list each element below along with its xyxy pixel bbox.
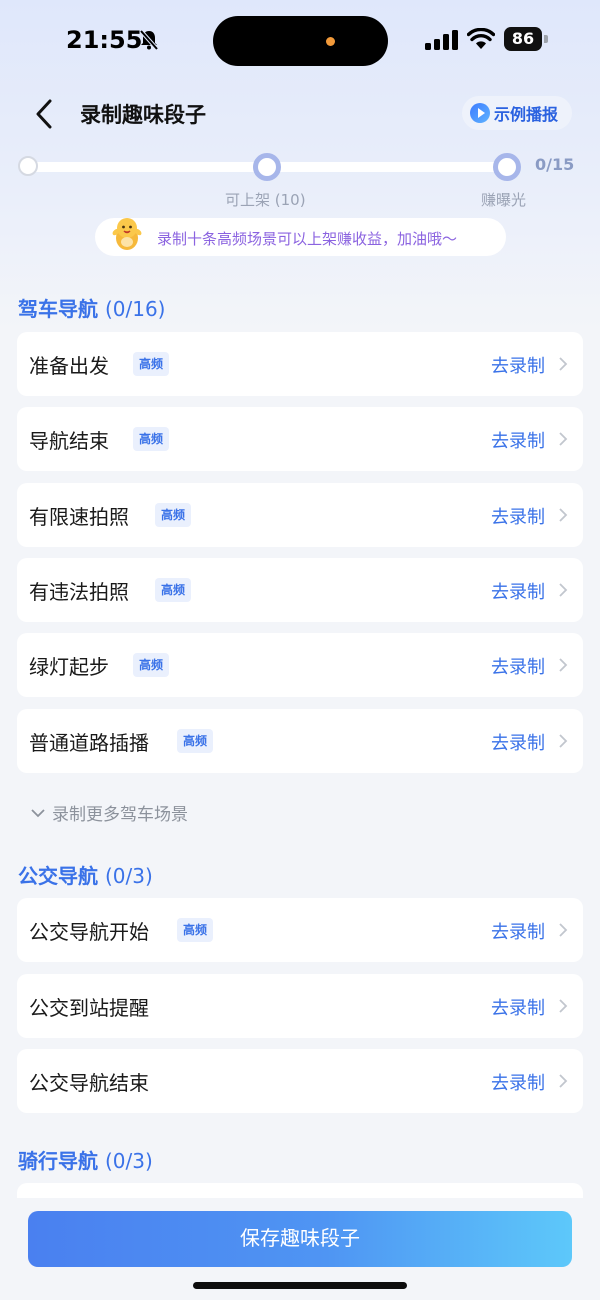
high-frequency-badge: 高频 — [133, 653, 170, 677]
tip-text: 录制十条高频场景可以上架赚收益，加油哦～ — [157, 230, 458, 248]
play-icon — [470, 103, 490, 123]
scene-card-navigation-end[interactable]: 导航结束 高频 去录制 — [17, 407, 583, 471]
back-arrow-icon — [36, 99, 52, 129]
more-driving-scenes-label: 录制更多驾车场景 — [52, 805, 188, 825]
scene-card-prepare-depart[interactable]: 准备出发 高频 去录制 — [17, 332, 583, 396]
scene-name: 有违法拍照 — [29, 580, 129, 604]
scene-card-bus-arrival-reminder[interactable]: 公交到站提醒 去录制 — [17, 974, 583, 1038]
page-title: 录制趣味段子 — [80, 103, 206, 127]
record-link[interactable]: 去录制 — [491, 918, 545, 944]
battery-tip — [544, 35, 548, 43]
high-frequency-badge: 高频 — [133, 427, 170, 451]
island-indicator-dot — [326, 37, 335, 46]
chevron-right-icon — [559, 508, 568, 522]
home-indicator[interactable] — [193, 1282, 407, 1289]
status-time: 21:55 — [66, 26, 143, 54]
status-bar: 21:55 86 — [0, 0, 600, 82]
high-frequency-badge: 高频 — [155, 503, 192, 527]
back-button[interactable] — [28, 95, 60, 133]
bell-muted-icon — [139, 29, 159, 51]
record-link[interactable]: 去录制 — [491, 994, 545, 1020]
section-cycling-count: (0/3) — [104, 1149, 153, 1173]
scene-card-ordinary-road-insert[interactable]: 普通道路插播 高频 去录制 — [17, 709, 583, 773]
scene-name: 普通道路插播 — [29, 731, 149, 755]
milestone-node-listing — [253, 153, 281, 181]
scene-name: 有限速拍照 — [29, 505, 129, 529]
scene-card-bus-navigation-start[interactable]: 公交导航开始 高频 去录制 — [17, 898, 583, 962]
scene-name: 导航结束 — [29, 429, 109, 453]
high-frequency-badge: 高频 — [133, 352, 170, 376]
record-link[interactable]: 去录制 — [491, 503, 545, 529]
scene-name: 公交到站提醒 — [29, 996, 149, 1020]
save-jokes-button[interactable]: 保存趣味段子 — [28, 1211, 572, 1267]
milestone-label-exposure: 赚曝光 — [481, 191, 527, 209]
scene-card-green-light-start[interactable]: 绿灯起步 高频 去录制 — [17, 633, 583, 697]
more-driving-scenes-toggle[interactable]: 录制更多驾车场景 — [30, 800, 188, 825]
section-title-bus: 公交导航 (0/3) — [18, 860, 153, 889]
scene-card-bus-navigation-end[interactable]: 公交导航结束 去录制 — [17, 1049, 583, 1113]
dynamic-island — [213, 16, 388, 66]
demo-broadcast-button[interactable]: 示例播报 — [462, 96, 572, 130]
chevron-right-icon — [559, 357, 568, 371]
record-link[interactable]: 去录制 — [491, 1069, 545, 1095]
chevron-right-icon — [559, 583, 568, 597]
section-title-cycling-label: 骑行导航 — [18, 1149, 98, 1173]
high-frequency-badge: 高频 — [155, 578, 192, 602]
signal-icon — [425, 30, 458, 50]
section-title-cycling: 骑行导航 (0/3) — [18, 1145, 153, 1174]
chevron-right-icon — [559, 734, 568, 748]
battery-level: 86 — [504, 27, 542, 51]
section-title-bus-label: 公交导航 — [18, 864, 98, 888]
wifi-icon — [467, 28, 495, 49]
record-link[interactable]: 去录制 — [491, 653, 545, 679]
battery-icon: 86 — [504, 27, 550, 51]
record-link[interactable]: 去录制 — [491, 578, 545, 604]
scene-name: 准备出发 — [29, 354, 109, 378]
section-bus-count: (0/3) — [104, 864, 153, 888]
milestone-label-listing: 可上架 (10) — [225, 191, 306, 209]
progress-count: 0/15 — [535, 155, 575, 174]
scene-name: 公交导航开始 — [29, 920, 149, 944]
milestone-node-exposure — [493, 153, 521, 181]
chevron-right-icon — [559, 1074, 568, 1088]
chevron-down-icon — [31, 808, 45, 817]
scene-card-violation-camera[interactable]: 有违法拍照 高频 去录制 — [17, 558, 583, 622]
demo-broadcast-label: 示例播报 — [494, 105, 559, 124]
section-title-driving: 驾车导航 (0/16) — [18, 293, 166, 322]
chevron-right-icon — [559, 999, 568, 1013]
mascot-icon — [112, 218, 142, 250]
record-link[interactable]: 去录制 — [491, 729, 545, 755]
high-frequency-badge: 高频 — [177, 729, 214, 753]
section-driving-count: (0/16) — [104, 297, 166, 321]
progress-start-node — [18, 156, 38, 176]
record-link[interactable]: 去录制 — [491, 352, 545, 378]
scene-name: 公交导航结束 — [29, 1071, 149, 1095]
section-title-driving-label: 驾车导航 — [18, 297, 98, 321]
chevron-right-icon — [559, 923, 568, 937]
scene-card-speed-camera[interactable]: 有限速拍照 高频 去录制 — [17, 483, 583, 547]
chevron-right-icon — [559, 658, 568, 672]
scene-name: 绿灯起步 — [29, 655, 109, 679]
high-frequency-badge: 高频 — [177, 918, 214, 942]
record-link[interactable]: 去录制 — [491, 427, 545, 453]
chevron-right-icon — [559, 432, 568, 446]
encouragement-tip: 录制十条高频场景可以上架赚收益，加油哦～ — [95, 218, 506, 256]
